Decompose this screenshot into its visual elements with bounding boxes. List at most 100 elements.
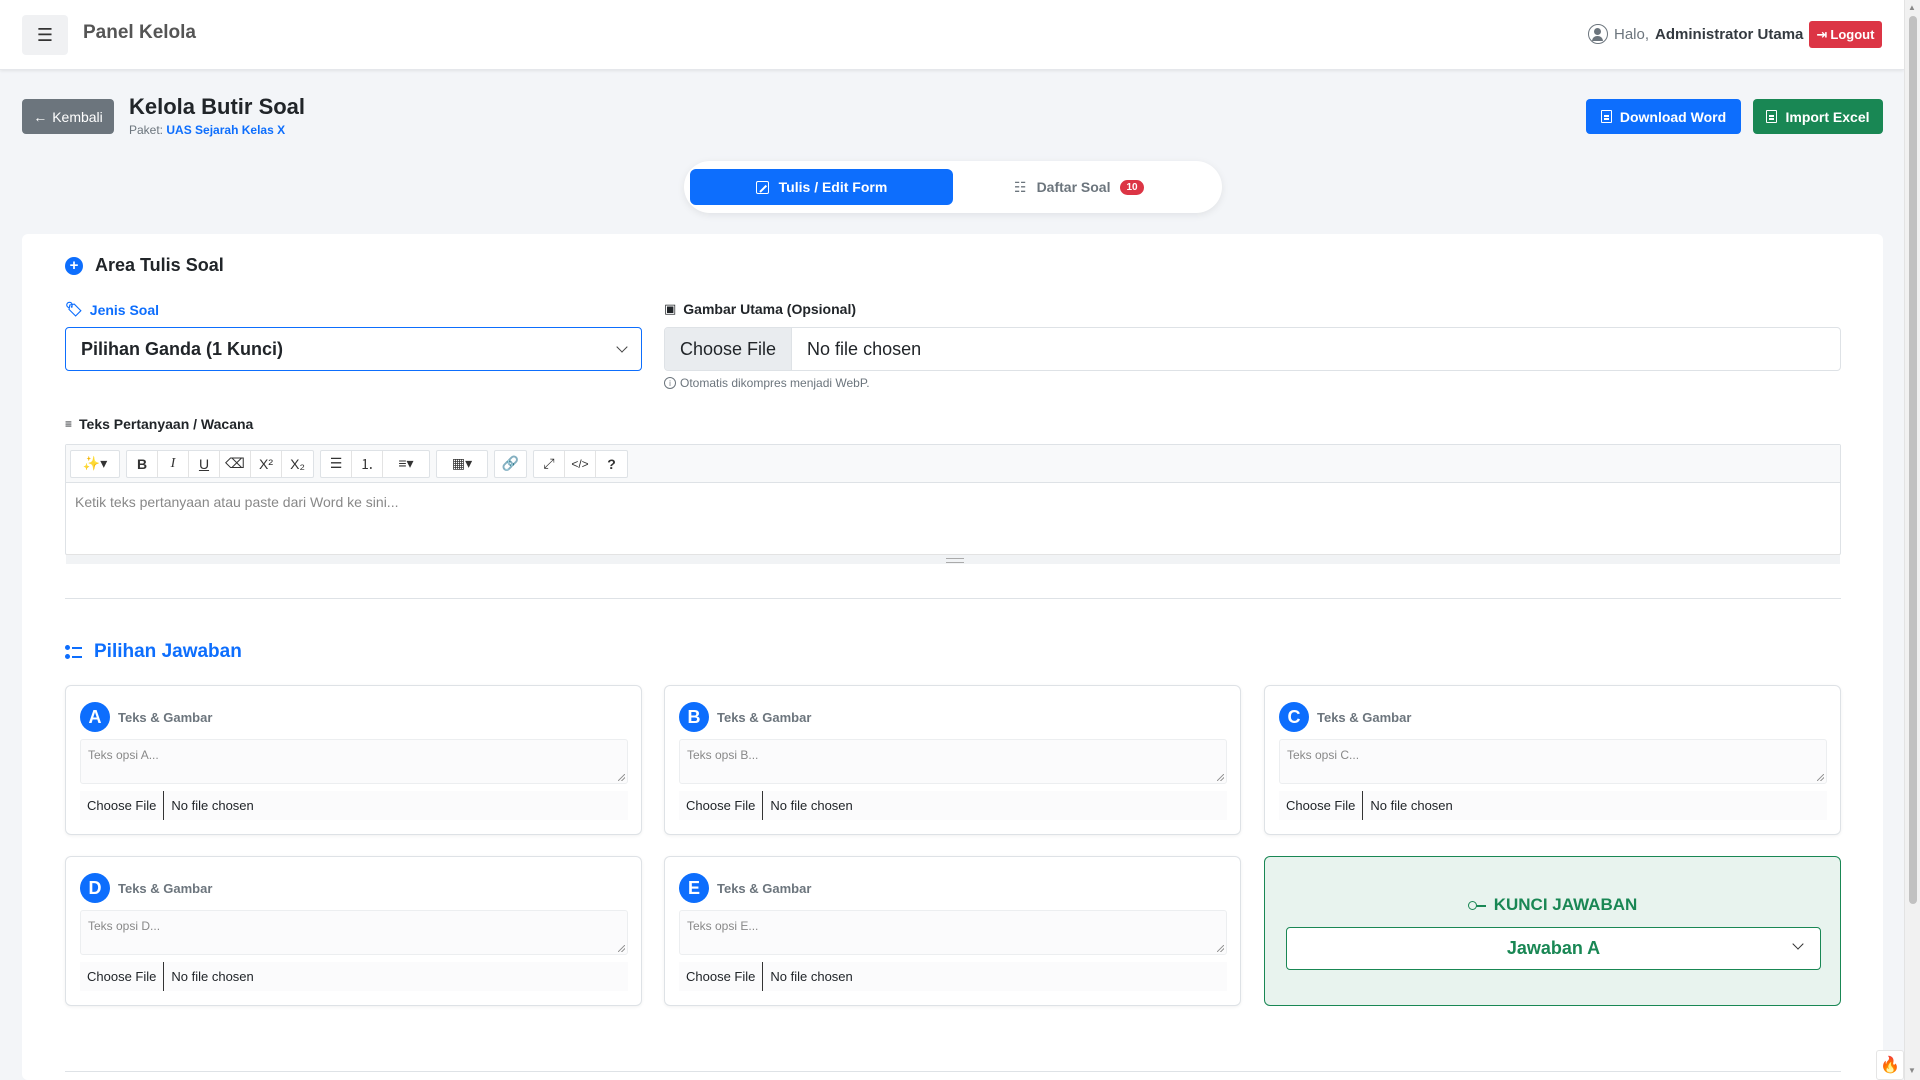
file-status: No file chosen: [770, 969, 853, 984]
arrow-left-icon: ←: [33, 108, 48, 125]
mode-tabs: Tulis / Edit Form ☷ Daftar Soal 10: [684, 161, 1222, 213]
tab-list-label: Daftar Soal: [1036, 179, 1111, 195]
eraser-icon[interactable]: ⌫: [220, 450, 251, 477]
logout-label: Logout: [1830, 27, 1875, 42]
kunci-jawaban-select[interactable]: Jawaban A: [1286, 927, 1821, 970]
underline-button[interactable]: U: [189, 450, 220, 477]
jenis-soal-label: 🏷 Jenis Soal: [65, 301, 159, 318]
help-button[interactable]: ?: [596, 451, 627, 477]
import-excel-button[interactable]: Import Excel: [1753, 99, 1883, 134]
choose-file-button[interactable]: Choose File: [1279, 791, 1364, 820]
kunci-jawaban-card: KUNCI JAWABAN Jawaban A: [1264, 856, 1841, 1006]
option-a-file-input[interactable]: Choose File No file chosen: [80, 791, 628, 820]
key-icon: [1467, 901, 1486, 910]
gambar-utama-label: ▣ Gambar Utama (Opsional): [664, 301, 856, 317]
superscript-button[interactable]: X²: [251, 450, 282, 477]
teks-label-text: Teks Pertanyaan / Wacana: [79, 416, 254, 432]
option-e-textarea[interactable]: Teks opsi E...: [679, 910, 1227, 955]
option-a-textarea[interactable]: Teks opsi A...: [80, 739, 628, 784]
option-letter-d: D: [80, 873, 110, 903]
scroll-up-arrow-icon[interactable]: ▲: [1908, 3, 1916, 12]
scroll-down-arrow-icon[interactable]: ▼: [1908, 1066, 1916, 1075]
tab-daftar-soal[interactable]: ☷ Daftar Soal 10: [1014, 169, 1144, 205]
bold-button[interactable]: B: [127, 450, 158, 477]
magic-style-button[interactable]: ✨▾: [71, 451, 119, 477]
divider: [65, 1071, 1841, 1072]
choose-file-button[interactable]: Choose File: [80, 791, 165, 820]
chevron-down-icon: [1792, 938, 1804, 950]
jenis-soal-select[interactable]: Pilihan Ganda (1 Kunci): [65, 327, 642, 371]
excel-file-icon: [1766, 110, 1778, 123]
code-view-button[interactable]: </>: [565, 450, 596, 477]
hamburger-icon: ☰: [36, 24, 54, 45]
option-card-c: C Teks & Gambar Teks opsi C... Choose Fil…: [1264, 685, 1841, 835]
page-scrollbar[interactable]: ▲ ▼: [1904, 0, 1920, 1080]
back-button[interactable]: ← Kembali: [22, 99, 114, 134]
kunci-jawaban-title: KUNCI JAWABAN: [1265, 895, 1840, 915]
section-area-tulis: + Area Tulis Soal: [65, 255, 224, 276]
choose-file-button[interactable]: Choose File: [665, 328, 793, 370]
option-c-textarea[interactable]: Teks opsi C...: [1279, 739, 1827, 784]
tab-edit-label: Tulis / Edit Form: [778, 179, 888, 195]
list-check-icon: [65, 645, 82, 659]
pilihan-jawaban-title: Pilihan Jawaban: [65, 641, 242, 663]
option-type-label: Teks & Gambar: [118, 709, 213, 725]
option-card-b: B Teks & Gambar Teks opsi B... Choose Fil…: [664, 685, 1241, 835]
editor-toolbar: ✨▾ B I U ⌫ X² X₂ ☰ ⒈ ≡▾ ▦▾ 🔗 ⤢ </> ?: [66, 445, 1840, 483]
download-word-button[interactable]: Download Word: [1586, 99, 1741, 134]
gambar-utama-file-input[interactable]: Choose File No file chosen: [664, 327, 1841, 371]
editor-resize-handle[interactable]: [66, 554, 1840, 564]
kunci-value: Jawaban A: [1506, 938, 1601, 958]
user-circle-icon: [1588, 24, 1608, 44]
chevron-down-icon: [616, 340, 628, 353]
fullscreen-button[interactable]: ⤢: [534, 450, 565, 477]
gambar-label-text: Gambar Utama (Opsional): [683, 301, 856, 317]
jenis-label-text: Jenis Soal: [89, 301, 160, 318]
paket-link[interactable]: UAS Sejarah Kelas X: [166, 123, 285, 137]
logout-button[interactable]: ⇥ Logout: [1809, 21, 1882, 48]
option-letter-c: C: [1279, 702, 1309, 732]
choose-file-button[interactable]: Choose File: [679, 962, 764, 991]
paket-label: Paket:: [129, 123, 164, 137]
menu-toggle-button[interactable]: ☰: [22, 15, 68, 55]
option-b-textarea[interactable]: Teks opsi B...: [679, 739, 1227, 784]
scrollbar-thumb[interactable]: [1909, 16, 1917, 904]
option-c-file-input[interactable]: Choose File No file chosen: [1279, 791, 1827, 820]
count-badge: 10: [1120, 179, 1144, 195]
option-card-d: D Teks & Gambar Teks opsi D... Choose Fil…: [65, 856, 642, 1006]
subscript-button[interactable]: X₂: [282, 451, 313, 477]
link-button[interactable]: 🔗: [495, 451, 526, 477]
option-e-file-input[interactable]: Choose File No file chosen: [679, 962, 1227, 991]
option-b-file-input[interactable]: Choose File No file chosen: [679, 791, 1227, 820]
option-letter-e: E: [679, 873, 709, 903]
paket-info: Paket: UAS Sejarah Kelas X: [129, 123, 285, 137]
ordered-list-button[interactable]: ⒈: [352, 450, 383, 477]
word-file-icon: [1600, 110, 1612, 123]
plus-circle-icon: +: [65, 256, 83, 275]
italic-button[interactable]: I: [158, 450, 189, 477]
option-type-label: Teks & Gambar: [717, 709, 812, 725]
brand-title: Panel Kelola: [83, 22, 196, 43]
image-icon: ▣: [664, 301, 677, 316]
option-letter-b: B: [679, 702, 709, 732]
flame-icon[interactable]: 🔥: [1876, 1050, 1904, 1080]
option-d-textarea[interactable]: Teks opsi D...: [80, 910, 628, 955]
edit-icon: [755, 180, 769, 194]
option-letter-a: A: [80, 702, 110, 732]
divider: [65, 598, 1841, 599]
unordered-list-button[interactable]: ☰: [321, 450, 352, 477]
option-card-a: A Teks & Gambar Teks opsi A... Choose Fil…: [65, 685, 642, 835]
file-status: No file chosen: [770, 798, 853, 813]
paragraph-icon: ≡: [65, 417, 73, 431]
option-card-e: E Teks & Gambar Teks opsi E... Choose Fil…: [664, 856, 1241, 1006]
editor-content-area[interactable]: Ketik teks pertanyaan atau paste dari Wo…: [66, 483, 1840, 545]
option-d-file-input[interactable]: Choose File No file chosen: [80, 962, 628, 991]
tab-edit-form[interactable]: Tulis / Edit Form: [690, 169, 953, 205]
table-dropdown-button[interactable]: ▦▾: [437, 451, 487, 477]
file-status: No file chosen: [807, 338, 922, 359]
align-dropdown-button[interactable]: ≡▾: [383, 451, 429, 477]
kunci-title-label: KUNCI JAWABAN: [1493, 895, 1638, 914]
choose-file-button[interactable]: Choose File: [679, 791, 764, 820]
choose-file-button[interactable]: Choose File: [80, 962, 165, 991]
tag-icon: 🏷: [65, 301, 83, 317]
